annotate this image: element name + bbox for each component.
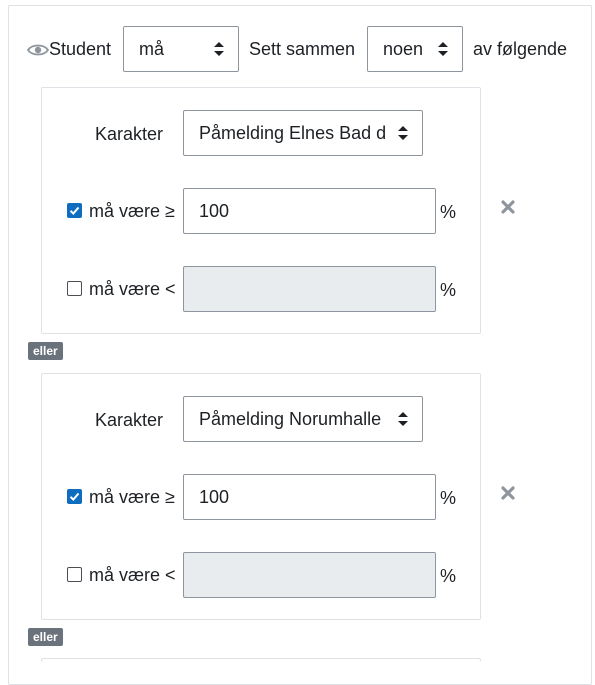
suffix-label: av følgende (473, 39, 568, 59)
field-label: Karakter (95, 124, 164, 144)
grade-condition-card (41, 658, 481, 662)
combine-label: Sett sammen (249, 39, 356, 59)
or-separator-badge: eller (28, 342, 63, 360)
restriction-type-select[interactable]: må (123, 26, 239, 72)
max-grade-checkbox[interactable] (67, 567, 82, 582)
caret-updown-icon (214, 42, 224, 56)
max-grade-input[interactable] (183, 552, 436, 598)
max-unit-label: % (440, 280, 457, 300)
combine-select[interactable]: noen (367, 26, 463, 72)
restriction-type-value: må (139, 39, 165, 59)
checkmark-icon (69, 492, 80, 501)
grade-item-value: Påmelding Norumhalle (199, 409, 382, 429)
grade-item-select[interactable]: Påmelding Elnes Bad d (183, 110, 423, 156)
caret-updown-icon (438, 42, 448, 56)
audience-label: Student (49, 39, 112, 59)
caret-updown-icon (398, 126, 408, 140)
caret-updown-icon (398, 412, 408, 426)
max-grade-checkbox[interactable] (67, 281, 82, 296)
grade-item-select[interactable]: Påmelding Norumhalle (183, 396, 423, 442)
min-unit-label: % (440, 488, 457, 508)
min-grade-checkbox[interactable] (67, 203, 82, 218)
grade-condition-card: Karakter Påmelding Norumhalle må være ≥ … (41, 373, 481, 620)
close-icon[interactable] (500, 199, 516, 215)
close-icon[interactable] (500, 485, 516, 501)
min-grade-checkbox[interactable] (67, 489, 82, 504)
min-grade-input[interactable]: 100 (183, 188, 436, 234)
checkmark-icon (69, 206, 80, 215)
min-unit-label: % (440, 202, 457, 222)
or-separator-badge: eller (28, 628, 63, 646)
min-grade-label: må være ≥ (89, 201, 175, 221)
field-label: Karakter (95, 410, 164, 430)
max-grade-label: må være < (89, 565, 176, 585)
grade-condition-card: Karakter Påmelding Elnes Bad d må være ≥… (41, 87, 481, 334)
eye-icon[interactable] (27, 43, 49, 57)
min-grade-input[interactable]: 100 (183, 474, 436, 520)
min-grade-label: må være ≥ (89, 487, 175, 507)
max-unit-label: % (440, 566, 457, 586)
grade-item-value: Påmelding Elnes Bad d (199, 123, 387, 143)
combine-value: noen (383, 39, 424, 59)
max-grade-label: må være < (89, 279, 176, 299)
max-grade-input[interactable] (183, 266, 436, 312)
